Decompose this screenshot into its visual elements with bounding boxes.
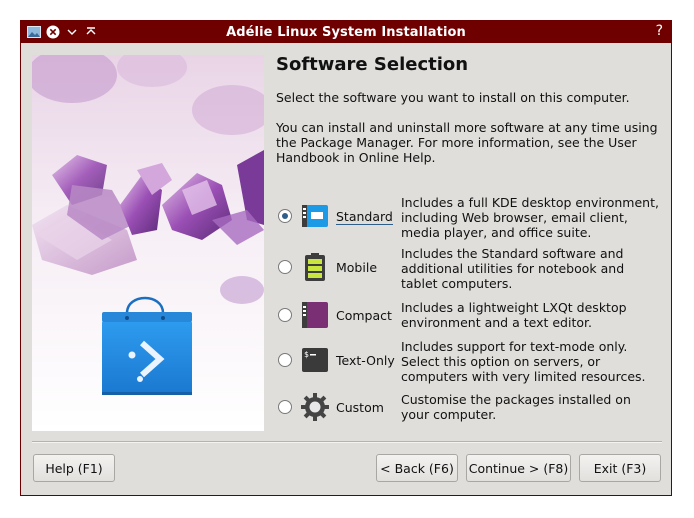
window-title: Adélie Linux System Installation (226, 24, 466, 40)
gemstones-illustration (32, 55, 264, 431)
kde-desktop-icon (301, 202, 329, 230)
maximize-icon[interactable] (83, 24, 99, 40)
gear-icon (301, 393, 329, 421)
exit-button[interactable]: Exit (F3) (579, 454, 661, 482)
package-manager-note: You can install and uninstall more softw… (276, 120, 658, 165)
close-icon[interactable] (45, 24, 61, 40)
back-button[interactable]: < Back (F6) (376, 454, 458, 482)
divider (32, 441, 662, 443)
intro-text: Select the software you want to install … (276, 90, 630, 105)
help-icon[interactable]: ? (656, 23, 663, 39)
radio-mobile[interactable] (278, 260, 292, 274)
radio-text-only[interactable] (278, 353, 292, 367)
window-menu-icon[interactable] (26, 24, 42, 40)
page-title: Software Selection (276, 54, 469, 75)
svg-text:$: $ (304, 350, 309, 359)
installer-window: Adélie Linux System Installation ? Softw… (20, 20, 672, 496)
option-description: Customise the packages installed on your… (401, 392, 631, 422)
option-description: Includes a full KDE desktop environment,… (401, 195, 659, 240)
option-label[interactable]: Text-Only (336, 353, 395, 368)
lxqt-desktop-icon (301, 301, 329, 329)
battery-icon (301, 253, 329, 281)
continue-button[interactable]: Continue > (F8) (466, 454, 571, 482)
option-label[interactable]: Compact (336, 308, 392, 323)
option-description: Includes a lightweight LXQt desktop envi… (401, 300, 627, 330)
terminal-icon: $ (301, 347, 329, 375)
option-label[interactable]: Custom (336, 400, 384, 415)
minimize-icon[interactable] (64, 24, 80, 40)
radio-custom[interactable] (278, 400, 292, 414)
radio-compact[interactable] (278, 308, 292, 322)
title-bar: Adélie Linux System Installation ? (21, 21, 671, 43)
radio-standard[interactable] (278, 209, 292, 223)
option-description: Includes the Standard software and addit… (401, 246, 625, 291)
option-description: Includes support for text-mode only. Sel… (401, 339, 646, 384)
option-label[interactable]: Standard (336, 209, 393, 225)
option-label[interactable]: Mobile (336, 260, 377, 275)
help-button[interactable]: Help (F1) (33, 454, 115, 482)
